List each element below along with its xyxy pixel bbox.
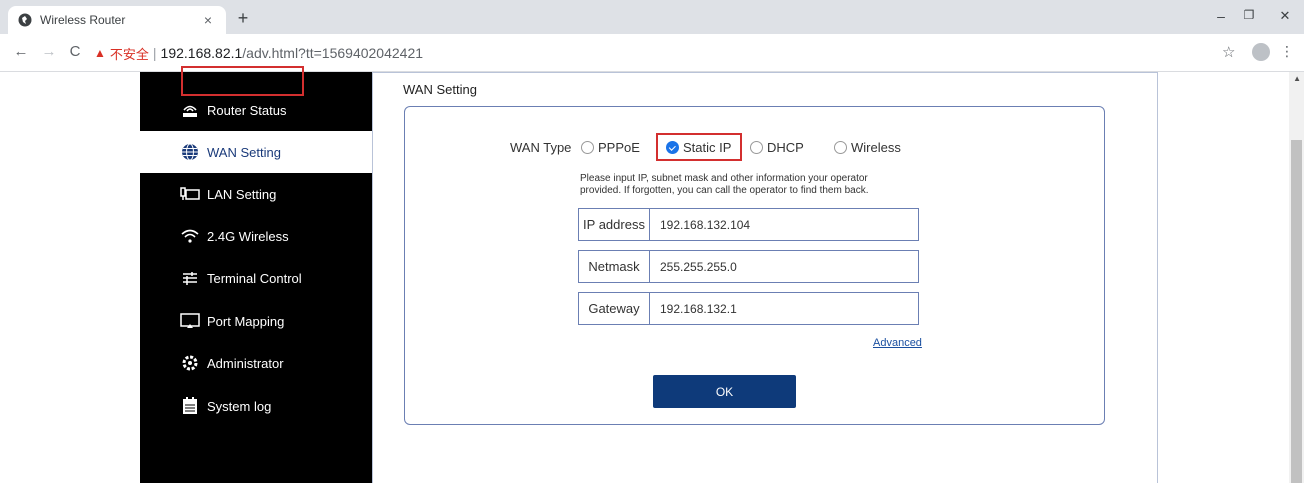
- scrollbar-thumb[interactable]: [1291, 140, 1302, 483]
- radio-label: Wireless: [851, 140, 901, 155]
- sidebar-item-terminal-control[interactable]: Terminal Control: [140, 257, 372, 299]
- not-secure-label: 不安全: [109, 46, 149, 62]
- url-host: 192.168.82.1: [160, 45, 243, 61]
- hint-line: provided. If forgotten, you can call the…: [580, 185, 869, 196]
- gateway-input[interactable]: [650, 293, 918, 324]
- monitor-icon: [180, 184, 200, 204]
- wan-setting-highlight: [181, 66, 304, 96]
- globe-icon: [180, 142, 200, 162]
- minimize-button[interactable]: –: [1212, 8, 1230, 24]
- sidebar: Router Status WAN Setting LAN Setting 2.…: [140, 72, 372, 483]
- gear-icon: [180, 353, 200, 373]
- reload-icon[interactable]: C: [66, 43, 84, 61]
- radio-pppoe[interactable]: PPPoE: [581, 140, 640, 155]
- log-icon: [180, 396, 200, 416]
- warning-icon: ▲: [94, 46, 106, 60]
- netmask-input[interactable]: [650, 251, 918, 282]
- ok-button[interactable]: OK: [653, 375, 796, 408]
- globe-favicon-icon: [18, 13, 32, 27]
- sidebar-item-label: 2.4G Wireless: [207, 228, 289, 244]
- static-ip-highlight: [656, 133, 742, 161]
- wan-hint-text: Please input IP, subnet mask and other i…: [580, 173, 940, 197]
- sidebar-item-label: System log: [207, 398, 272, 414]
- sidebar-item-wan-setting[interactable]: WAN Setting: [140, 131, 372, 173]
- wan-type-label: WAN Type: [510, 140, 572, 155]
- sidebar-item-label: Port Mapping: [207, 313, 285, 329]
- ip-address-input[interactable]: [650, 209, 918, 240]
- radio-label: DHCP: [767, 140, 804, 155]
- scroll-up-arrow-icon[interactable]: ▲: [1293, 74, 1301, 83]
- gateway-label: Gateway: [579, 293, 650, 324]
- address-bar[interactable]: ▲ 不安全 | 192.168.82.1 /adv.html?tt=156940…: [94, 40, 1204, 66]
- radio-dhcp[interactable]: DHCP: [750, 140, 804, 155]
- bookmark-star-icon[interactable]: ☆: [1222, 43, 1235, 61]
- netmask-label: Netmask: [579, 251, 650, 282]
- sidebar-item-label: LAN Setting: [207, 186, 277, 202]
- sidebar-item-system-log[interactable]: System log: [140, 385, 372, 427]
- browser-tab-bar: Wireless Router × + – ❐ ✕: [0, 0, 1304, 34]
- router-icon: [180, 100, 200, 120]
- hint-line: Please input IP, subnet mask and other i…: [580, 173, 868, 184]
- back-arrow-icon[interactable]: ←: [12, 43, 30, 61]
- forward-arrow-icon[interactable]: →: [40, 43, 58, 61]
- gateway-field: Gateway: [578, 292, 919, 325]
- radio-label: PPPoE: [598, 140, 640, 155]
- browser-tab[interactable]: Wireless Router ×: [8, 6, 226, 34]
- cast-icon: [180, 311, 200, 331]
- sidebar-item-label: Administrator: [207, 355, 284, 371]
- sidebar-item-port-mapping[interactable]: Port Mapping: [140, 300, 372, 342]
- tab-close-icon[interactable]: ×: [200, 12, 216, 28]
- close-window-button[interactable]: ✕: [1276, 8, 1294, 24]
- sidebar-item-label: WAN Setting: [207, 144, 281, 160]
- tab-title: Wireless Router: [40, 13, 126, 27]
- netmask-field: Netmask: [578, 250, 919, 283]
- radio-circle-icon: [750, 141, 763, 154]
- radio-wireless[interactable]: Wireless: [834, 140, 901, 155]
- section-title: WAN Setting: [403, 82, 477, 97]
- kebab-menu-icon[interactable]: ⋮: [1280, 43, 1294, 60]
- ip-address-label: IP address: [579, 209, 650, 240]
- sidebar-item-administrator[interactable]: Administrator: [140, 342, 372, 384]
- sidebar-item-lan-setting[interactable]: LAN Setting: [140, 173, 372, 215]
- sidebar-item-2-4g-wireless[interactable]: 2.4G Wireless: [140, 215, 372, 257]
- advanced-link[interactable]: Advanced: [873, 337, 922, 349]
- radio-circle-icon: [834, 141, 847, 154]
- new-tab-button[interactable]: +: [232, 8, 254, 30]
- radio-circle-icon: [581, 141, 594, 154]
- sidebar-item-label: Router Status: [207, 102, 287, 118]
- url-separator: |: [152, 45, 157, 61]
- vertical-scrollbar[interactable]: ▲: [1289, 72, 1304, 483]
- url-path: /adv.html?tt=1569402042421: [242, 45, 424, 61]
- wifi-icon: [180, 226, 200, 246]
- sliders-icon: [180, 268, 200, 288]
- ip-address-field: IP address: [578, 208, 919, 241]
- sidebar-item-label: Terminal Control: [207, 270, 302, 286]
- profile-avatar-icon[interactable]: [1252, 43, 1270, 61]
- restore-button[interactable]: ❐: [1240, 8, 1258, 22]
